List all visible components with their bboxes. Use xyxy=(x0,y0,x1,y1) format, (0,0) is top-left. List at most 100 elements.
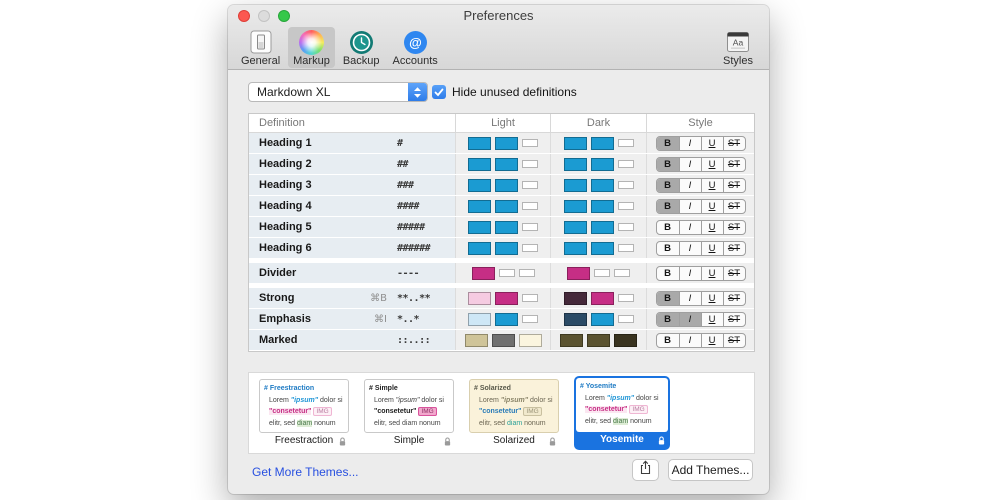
color-swatch[interactable] xyxy=(591,179,614,192)
empty-swatch[interactable] xyxy=(519,269,535,277)
style-bold-button[interactable]: B xyxy=(657,242,679,255)
color-swatch[interactable] xyxy=(472,267,495,280)
style-strike-button[interactable]: ST xyxy=(723,179,745,192)
table-row[interactable]: Marked::..::BIUST xyxy=(249,330,754,351)
color-swatch[interactable] xyxy=(519,334,542,347)
empty-swatch[interactable] xyxy=(522,160,538,168)
style-bold-button[interactable]: B xyxy=(657,313,679,326)
color-swatch[interactable] xyxy=(564,179,587,192)
color-swatch[interactable] xyxy=(567,267,590,280)
empty-swatch[interactable] xyxy=(614,269,630,277)
empty-swatch[interactable] xyxy=(522,202,538,210)
table-row[interactable]: Emphasis⌘I*..*BIUST xyxy=(249,309,754,330)
toolbar-item-markup[interactable]: Markup xyxy=(288,27,335,68)
color-swatch[interactable] xyxy=(560,334,583,347)
toolbar-item-backup[interactable]: Backup xyxy=(338,27,385,68)
column-header-style[interactable]: Style xyxy=(647,114,754,132)
empty-swatch[interactable] xyxy=(618,294,634,302)
color-swatch[interactable] xyxy=(564,158,587,171)
color-swatch[interactable] xyxy=(591,221,614,234)
color-swatch[interactable] xyxy=(591,158,614,171)
empty-swatch[interactable] xyxy=(522,315,538,323)
color-swatch[interactable] xyxy=(468,200,491,213)
style-italic-button[interactable]: I xyxy=(679,158,701,171)
empty-swatch[interactable] xyxy=(618,315,634,323)
color-swatch[interactable] xyxy=(465,334,488,347)
color-swatch[interactable] xyxy=(591,313,614,326)
color-swatch[interactable] xyxy=(495,242,518,255)
color-swatch[interactable] xyxy=(468,313,491,326)
markup-style-select[interactable]: Markdown XL xyxy=(248,82,428,102)
color-swatch[interactable] xyxy=(468,242,491,255)
color-swatch[interactable] xyxy=(492,334,515,347)
empty-swatch[interactable] xyxy=(618,160,634,168)
style-bold-button[interactable]: B xyxy=(657,137,679,150)
color-swatch[interactable] xyxy=(591,200,614,213)
style-strike-button[interactable]: ST xyxy=(723,158,745,171)
color-swatch[interactable] xyxy=(564,313,587,326)
titlebar[interactable]: Preferences xyxy=(228,5,769,27)
style-underline-button[interactable]: U xyxy=(701,221,723,234)
table-row[interactable]: Heading 6######BIUST xyxy=(249,238,754,259)
hide-unused-checkbox[interactable] xyxy=(432,85,446,99)
color-swatch[interactable] xyxy=(495,137,518,150)
style-italic-button[interactable]: I xyxy=(679,292,701,305)
style-underline-button[interactable]: U xyxy=(701,267,723,280)
style-underline-button[interactable]: U xyxy=(701,137,723,150)
zoom-button[interactable] xyxy=(278,10,290,22)
color-swatch[interactable] xyxy=(591,137,614,150)
style-italic-button[interactable]: I xyxy=(679,179,701,192)
color-swatch[interactable] xyxy=(591,292,614,305)
color-swatch[interactable] xyxy=(564,137,587,150)
style-italic-button[interactable]: I xyxy=(679,242,701,255)
color-swatch[interactable] xyxy=(591,242,614,255)
color-swatch[interactable] xyxy=(495,292,518,305)
empty-swatch[interactable] xyxy=(522,294,538,302)
color-swatch[interactable] xyxy=(468,221,491,234)
toolbar-item-general[interactable]: General xyxy=(236,27,285,68)
style-strike-button[interactable]: ST xyxy=(723,292,745,305)
style-italic-button[interactable]: I xyxy=(679,200,701,213)
color-swatch[interactable] xyxy=(564,242,587,255)
color-swatch[interactable] xyxy=(495,221,518,234)
color-swatch[interactable] xyxy=(468,179,491,192)
color-swatch[interactable] xyxy=(468,137,491,150)
style-italic-button[interactable]: I xyxy=(679,313,701,326)
table-row[interactable]: Heading 5#####BIUST xyxy=(249,217,754,238)
style-strike-button[interactable]: ST xyxy=(723,334,745,347)
color-swatch[interactable] xyxy=(495,158,518,171)
style-italic-button[interactable]: I xyxy=(679,334,701,347)
style-strike-button[interactable]: ST xyxy=(723,242,745,255)
empty-swatch[interactable] xyxy=(499,269,515,277)
style-strike-button[interactable]: ST xyxy=(723,200,745,213)
column-header-light[interactable]: Light xyxy=(456,114,551,132)
color-swatch[interactable] xyxy=(468,158,491,171)
style-strike-button[interactable]: ST xyxy=(723,313,745,326)
toolbar-item-accounts[interactable]: @ Accounts xyxy=(388,27,443,68)
style-italic-button[interactable]: I xyxy=(679,221,701,234)
style-bold-button[interactable]: B xyxy=(657,221,679,234)
add-themes-button[interactable]: Add Themes... xyxy=(668,459,753,481)
empty-swatch[interactable] xyxy=(522,139,538,147)
table-row[interactable]: Heading 4####BIUST xyxy=(249,196,754,217)
style-bold-button[interactable]: B xyxy=(657,179,679,192)
empty-swatch[interactable] xyxy=(618,139,634,147)
style-underline-button[interactable]: U xyxy=(701,292,723,305)
style-strike-button[interactable]: ST xyxy=(723,267,745,280)
style-underline-button[interactable]: U xyxy=(701,179,723,192)
close-button[interactable] xyxy=(238,10,250,22)
empty-swatch[interactable] xyxy=(618,181,634,189)
style-italic-button[interactable]: I xyxy=(679,267,701,280)
theme-card-solarized[interactable]: # Solarized Lorem "ipsum" dolor si "cons… xyxy=(469,379,559,449)
style-underline-button[interactable]: U xyxy=(701,334,723,347)
share-button[interactable] xyxy=(632,459,659,481)
color-swatch[interactable] xyxy=(468,292,491,305)
color-swatch[interactable] xyxy=(587,334,610,347)
style-bold-button[interactable]: B xyxy=(657,292,679,305)
theme-card-freestraction[interactable]: # Freestraction Lorem "ipsum" dolor si "… xyxy=(259,379,349,449)
color-swatch[interactable] xyxy=(614,334,637,347)
style-bold-button[interactable]: B xyxy=(657,158,679,171)
style-underline-button[interactable]: U xyxy=(701,313,723,326)
minimize-button[interactable] xyxy=(258,10,270,22)
empty-swatch[interactable] xyxy=(618,244,634,252)
